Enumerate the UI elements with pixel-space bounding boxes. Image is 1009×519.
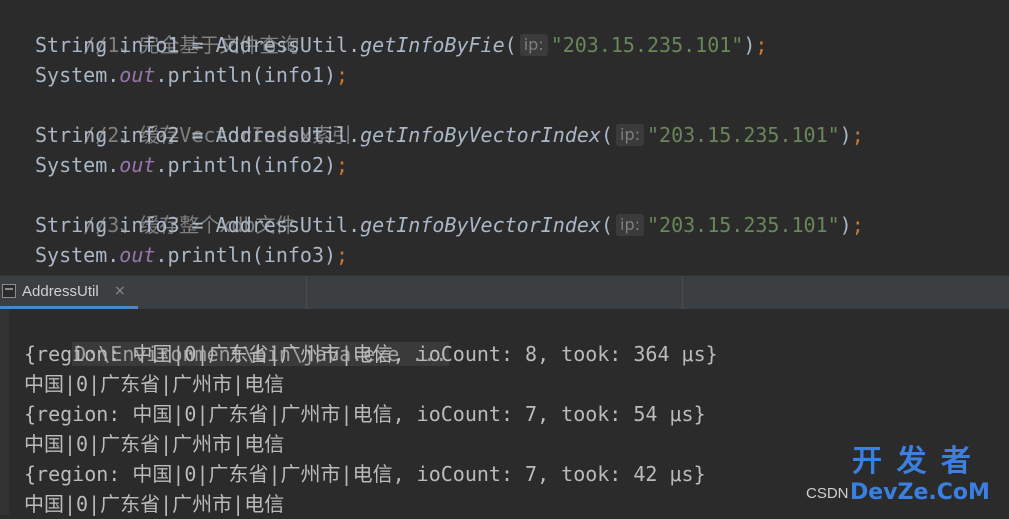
code-semicolon: ; xyxy=(755,33,768,57)
code-paren: ( xyxy=(600,213,614,237)
code-paren: ) xyxy=(839,213,852,237)
console-output-line: {region: 中国|0|广东省|广州市|电信, ioCount: 8, to… xyxy=(24,342,718,366)
code-object: System xyxy=(35,153,108,177)
code-object: System xyxy=(35,63,108,87)
console-command-line[interactable]: D:\Environment\bin\java.exe ... xyxy=(24,309,450,366)
divider xyxy=(682,276,683,309)
parameter-hint: ip: xyxy=(616,214,645,236)
code-type: String xyxy=(35,33,108,57)
code-line[interactable]: String info3 = AddressUtil.getInfoByVect… xyxy=(35,210,864,240)
code-semicolon: ; xyxy=(336,63,349,87)
code-method: getInfoByVectorIndex xyxy=(360,123,601,147)
code-line[interactable]: System.out.println(info2); xyxy=(35,150,348,180)
code-variable: info3 xyxy=(119,213,180,237)
watermark-logo: 开 发 者 xyxy=(852,444,973,479)
code-line[interactable]: String info2 = AddressUtil.getInfoByVect… xyxy=(35,120,864,150)
code-dot: . xyxy=(348,33,361,57)
code-object: System xyxy=(35,243,108,267)
code-operator: = xyxy=(179,123,216,147)
code-semicolon: ; xyxy=(851,213,864,237)
code-dot: . xyxy=(348,123,361,147)
code-semicolon: ; xyxy=(336,153,349,177)
watermark-logo-sub: DevZe.CoM xyxy=(850,480,990,505)
code-operator: = xyxy=(179,213,216,237)
code-semicolon: ; xyxy=(336,243,349,267)
code-semicolon: ; xyxy=(851,123,864,147)
code-dot: . xyxy=(348,213,361,237)
parameter-hint: ip: xyxy=(519,34,548,56)
code-dot: . xyxy=(107,243,120,267)
code-line[interactable]: System.out.println(info3); xyxy=(35,240,348,270)
code-paren: ) xyxy=(839,123,852,147)
code-line-comment[interactable]: //1、完全基于文件查询 xyxy=(35,0,299,57)
code-paren: ) xyxy=(743,33,756,57)
code-class: AddressUtil xyxy=(215,33,349,57)
code-operator: = xyxy=(179,33,216,57)
code-static-field: out xyxy=(119,153,156,177)
code-type: String xyxy=(35,123,108,147)
code-static-field: out xyxy=(119,243,156,267)
code-string: "203.15.235.101" xyxy=(647,213,840,237)
console-icon xyxy=(2,284,16,298)
code-dot: . xyxy=(107,63,120,87)
code-paren: ( xyxy=(600,123,614,147)
run-tab-label: AddressUtil xyxy=(22,283,99,300)
code-class: AddressUtil xyxy=(215,213,349,237)
code-line-comment[interactable]: //2、缓存VectorIndex索引 xyxy=(35,90,352,147)
code-type: String xyxy=(35,213,108,237)
code-method: getInfoByVectorIndex xyxy=(360,213,601,237)
code-paren: ( xyxy=(504,33,517,57)
code-call: .println(info3) xyxy=(155,243,337,267)
run-tab-addressutil[interactable]: AddressUtil × xyxy=(0,276,138,309)
code-static-field: out xyxy=(119,63,156,87)
console-output-line: 中国|0|广东省|广州市|电信 xyxy=(24,432,285,456)
divider xyxy=(306,276,307,309)
code-line[interactable]: String info1 = AddressUtil.getInfoByFie(… xyxy=(35,30,767,60)
run-tool-window-tabbar: AddressUtil × xyxy=(0,275,1009,309)
parameter-hint: ip: xyxy=(616,124,645,146)
code-call: .println(info2) xyxy=(155,153,337,177)
console-output-line: {region: 中国|0|广东省|广州市|电信, ioCount: 7, to… xyxy=(24,402,706,426)
console-output-line: 中国|0|广东省|广州市|电信 xyxy=(24,372,285,396)
code-string: "203.15.235.101" xyxy=(647,123,840,147)
code-dot: . xyxy=(107,153,120,177)
code-variable: info1 xyxy=(119,33,180,57)
close-icon[interactable]: × xyxy=(114,283,126,299)
code-method: getInfoByFie xyxy=(360,33,505,57)
console-output-line: {region: 中国|0|广东省|广州市|电信, ioCount: 7, to… xyxy=(24,462,706,486)
code-editor[interactable]: //1、完全基于文件查询 String info1 = AddressUtil.… xyxy=(0,0,1009,270)
code-variable: info2 xyxy=(119,123,180,147)
code-string: "203.15.235.101" xyxy=(550,33,744,57)
code-call: .println(info1) xyxy=(155,63,337,87)
console-gutter xyxy=(0,309,9,515)
watermark-csdn: CSDN xyxy=(806,485,849,502)
code-line-comment[interactable]: //3、缓存整个xdb文件 xyxy=(35,180,295,237)
code-line[interactable]: System.out.println(info1); xyxy=(35,60,348,90)
code-class: AddressUtil xyxy=(215,123,349,147)
